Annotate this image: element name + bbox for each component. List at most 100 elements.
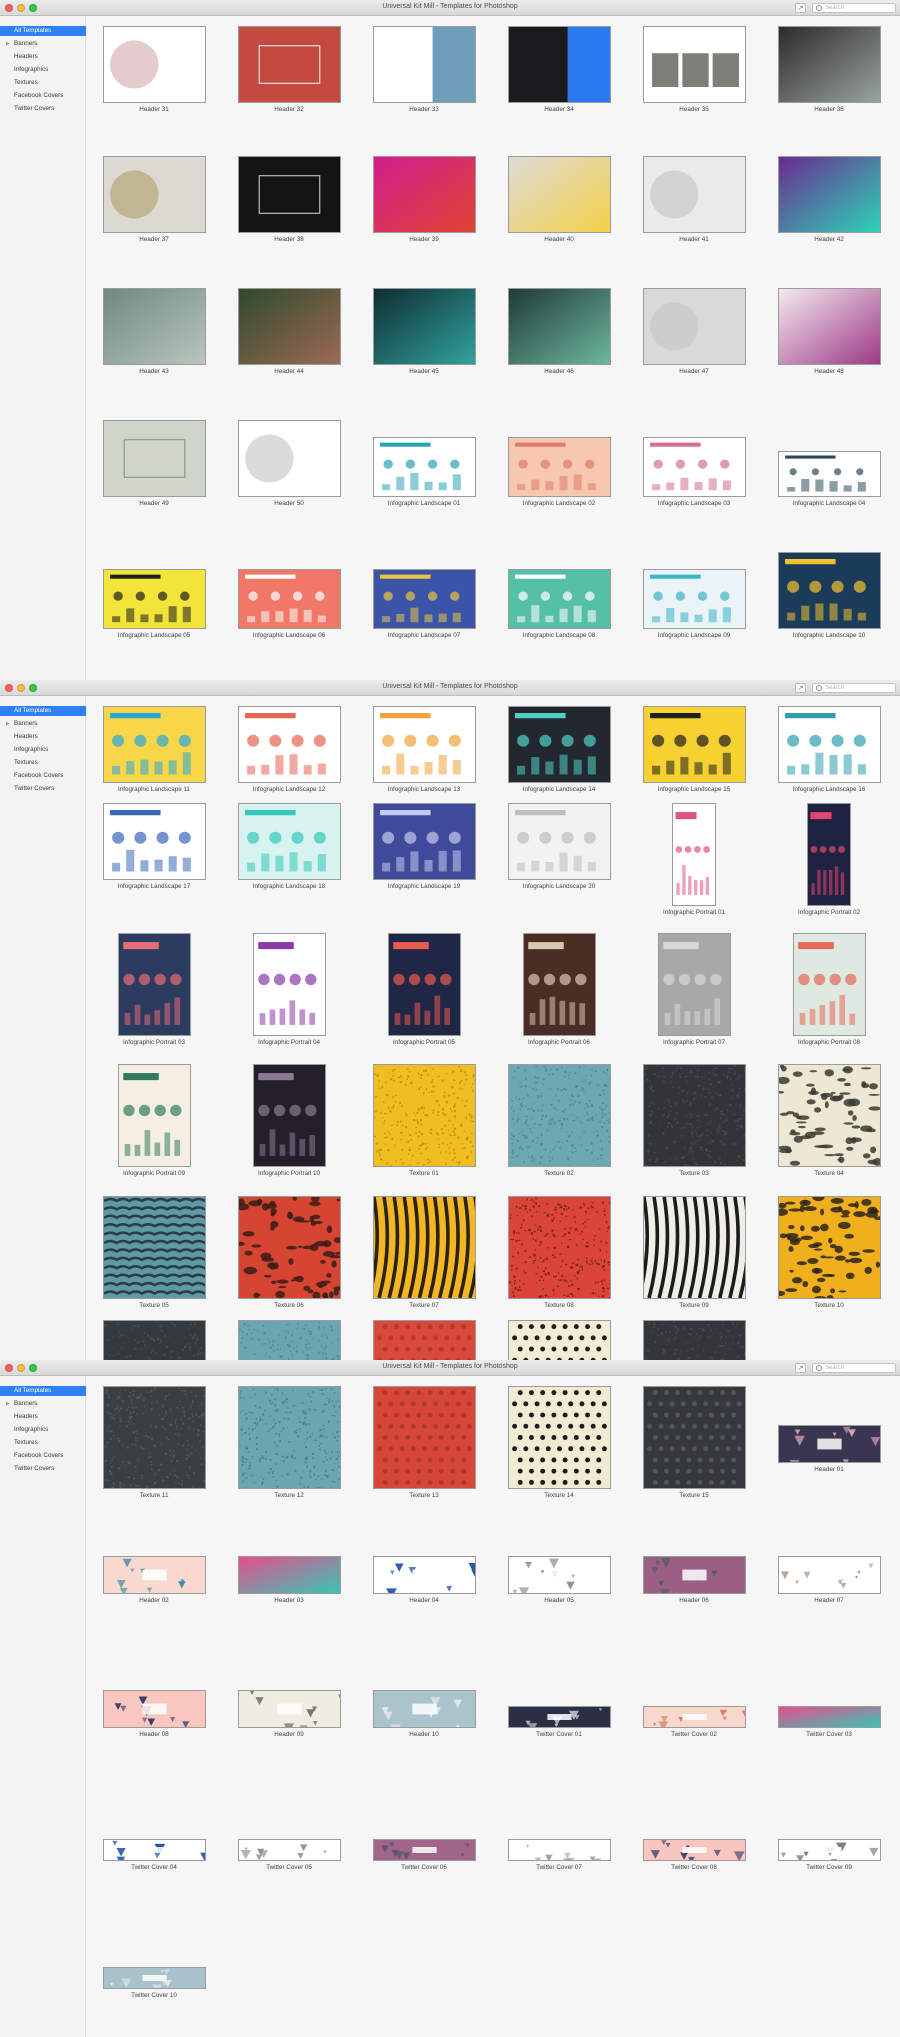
template-thumbnail[interactable] — [372, 156, 476, 233]
template-thumbnail[interactable] — [102, 1967, 206, 1989]
template-thumbnail[interactable] — [777, 1839, 881, 1861]
template-item[interactable]: Header 35 — [627, 26, 761, 113]
template-item[interactable]: Header 07 — [762, 1556, 896, 1604]
template-item[interactable]: Header 38 — [222, 156, 356, 243]
template-thumbnail[interactable] — [642, 26, 746, 103]
template-item[interactable]: Infographic Landscape 16 — [762, 706, 896, 793]
template-item[interactable]: Header 42 — [762, 156, 896, 243]
template-thumbnail[interactable] — [507, 1386, 611, 1489]
template-item[interactable]: Infographic Landscape 17 — [87, 803, 221, 890]
template-thumbnail[interactable] — [672, 803, 716, 906]
template-thumbnail[interactable] — [372, 26, 476, 103]
template-thumbnail[interactable] — [642, 1839, 746, 1861]
template-item[interactable]: Infographic Landscape 01 — [357, 437, 491, 507]
template-item[interactable]: Infographic Landscape 15 — [627, 706, 761, 793]
template-item[interactable]: Infographic Landscape 09 — [627, 569, 761, 639]
template-item[interactable]: Infographic Landscape 19 — [357, 803, 491, 890]
template-thumbnail[interactable] — [102, 288, 206, 365]
template-thumbnail[interactable] — [507, 1556, 611, 1594]
template-thumbnail[interactable] — [792, 933, 866, 1036]
template-item[interactable]: Header 41 — [627, 156, 761, 243]
template-thumbnail[interactable] — [372, 803, 476, 880]
sidebar-item-banners[interactable]: ▶ Banners — [0, 39, 86, 49]
template-item[interactable]: Texture 07 — [357, 1196, 491, 1309]
sidebar-item-facebook-covers[interactable]: Facebook Covers — [0, 91, 86, 101]
template-thumbnail[interactable] — [102, 420, 206, 497]
sidebar-item-facebook-covers[interactable]: Facebook Covers — [0, 771, 86, 781]
template-thumbnail[interactable] — [387, 933, 461, 1036]
sidebar-item-facebook-covers[interactable]: Facebook Covers — [0, 1451, 86, 1461]
template-thumbnail[interactable] — [642, 1556, 746, 1594]
template-item[interactable]: Twitter Cover 02 — [627, 1706, 761, 1738]
template-thumbnail[interactable] — [237, 1196, 341, 1299]
template-item[interactable]: Infographic Portrait 01 — [627, 803, 761, 916]
template-thumbnail[interactable] — [642, 1386, 746, 1489]
template-item[interactable]: Infographic Landscape 06 — [222, 569, 356, 639]
template-item[interactable]: Infographic Portrait 02 — [762, 803, 896, 916]
template-item[interactable]: Infographic Landscape 05 — [87, 569, 221, 639]
template-thumbnail[interactable] — [657, 933, 731, 1036]
template-thumbnail[interactable] — [372, 1320, 476, 1360]
search-input[interactable] — [825, 684, 895, 692]
template-item[interactable]: Header 33 — [357, 26, 491, 113]
template-item[interactable]: Twitter Cover 08 — [627, 1839, 761, 1871]
template-thumbnail[interactable] — [777, 288, 881, 365]
template-item[interactable]: Header 02 — [87, 1556, 221, 1604]
template-thumbnail[interactable] — [102, 1386, 206, 1489]
sidebar-item-textures[interactable]: Textures — [0, 78, 86, 88]
template-thumbnail[interactable] — [102, 569, 206, 629]
template-thumbnail[interactable] — [117, 933, 191, 1036]
template-item[interactable]: Infographic Landscape 11 — [87, 706, 221, 793]
template-thumbnail[interactable] — [507, 706, 611, 783]
template-item[interactable]: Texture 05 — [87, 1196, 221, 1309]
template-thumbnail[interactable] — [507, 1196, 611, 1299]
search-field[interactable] — [812, 683, 896, 693]
template-thumbnail[interactable] — [777, 156, 881, 233]
template-item[interactable]: Infographic Landscape 02 — [492, 437, 626, 507]
template-thumbnail[interactable] — [507, 288, 611, 365]
template-thumbnail[interactable] — [252, 1064, 326, 1167]
template-thumbnail[interactable] — [372, 706, 476, 783]
template-thumbnail[interactable] — [237, 26, 341, 103]
template-thumbnail[interactable] — [777, 1064, 881, 1167]
template-item[interactable]: Infographic Portrait 04 — [222, 933, 356, 1046]
template-item[interactable]: Twitter Cover 09 — [762, 1839, 896, 1871]
sidebar-item-headers[interactable]: Headers — [0, 52, 86, 62]
template-item[interactable]: Header 45 — [357, 288, 491, 375]
template-item[interactable]: Infographic Portrait 06 — [492, 933, 626, 1046]
template-thumbnail[interactable] — [102, 1320, 206, 1360]
template-thumbnail[interactable] — [642, 437, 746, 497]
template-thumbnail[interactable] — [507, 1839, 611, 1861]
sidebar-item-banners[interactable]: ▶ Banners — [0, 1399, 86, 1409]
sidebar-item-banners[interactable]: ▶ Banners — [0, 719, 86, 729]
template-item[interactable]: Texture 01 — [357, 1064, 491, 1177]
template-item[interactable]: Texture 12 — [222, 1386, 356, 1499]
template-thumbnail[interactable] — [237, 803, 341, 880]
template-item[interactable]: Header 36 — [762, 26, 896, 113]
template-item[interactable]: Infographic Landscape 10 — [762, 552, 896, 639]
template-thumbnail[interactable] — [777, 1706, 881, 1728]
search-field[interactable] — [812, 3, 896, 13]
template-item[interactable]: Infographic Landscape 18 — [222, 803, 356, 890]
template-thumbnail[interactable] — [372, 437, 476, 497]
template-item[interactable]: Header 05 — [492, 1556, 626, 1604]
template-item[interactable]: Texture 14 — [492, 1386, 626, 1499]
template-item[interactable]: Header 01 — [762, 1425, 896, 1473]
sidebar-item-headers[interactable]: Headers — [0, 1412, 86, 1422]
template-item[interactable]: Twitter Cover 01 — [492, 1706, 626, 1738]
template-thumbnail[interactable] — [372, 1690, 476, 1728]
share-icon[interactable]: ↗ — [795, 683, 806, 693]
template-item[interactable]: Infographic Portrait 08 — [762, 933, 896, 1046]
template-item[interactable]: Header 03 — [222, 1556, 356, 1604]
template-item[interactable]: Header 49 — [87, 420, 221, 507]
template-thumbnail[interactable] — [507, 156, 611, 233]
template-thumbnail[interactable] — [642, 156, 746, 233]
search-field[interactable] — [812, 1363, 896, 1373]
template-item[interactable]: Infographic Landscape 04 — [762, 451, 896, 507]
sidebar-item-textures[interactable]: Textures — [0, 1438, 86, 1448]
sidebar-item-infographics[interactable]: Infographics — [0, 1425, 86, 1435]
template-thumbnail[interactable] — [237, 569, 341, 629]
template-thumbnail[interactable] — [117, 1064, 191, 1167]
template-thumbnail[interactable] — [237, 706, 341, 783]
template-item[interactable]: Twitter Cover 07 — [492, 1839, 626, 1871]
